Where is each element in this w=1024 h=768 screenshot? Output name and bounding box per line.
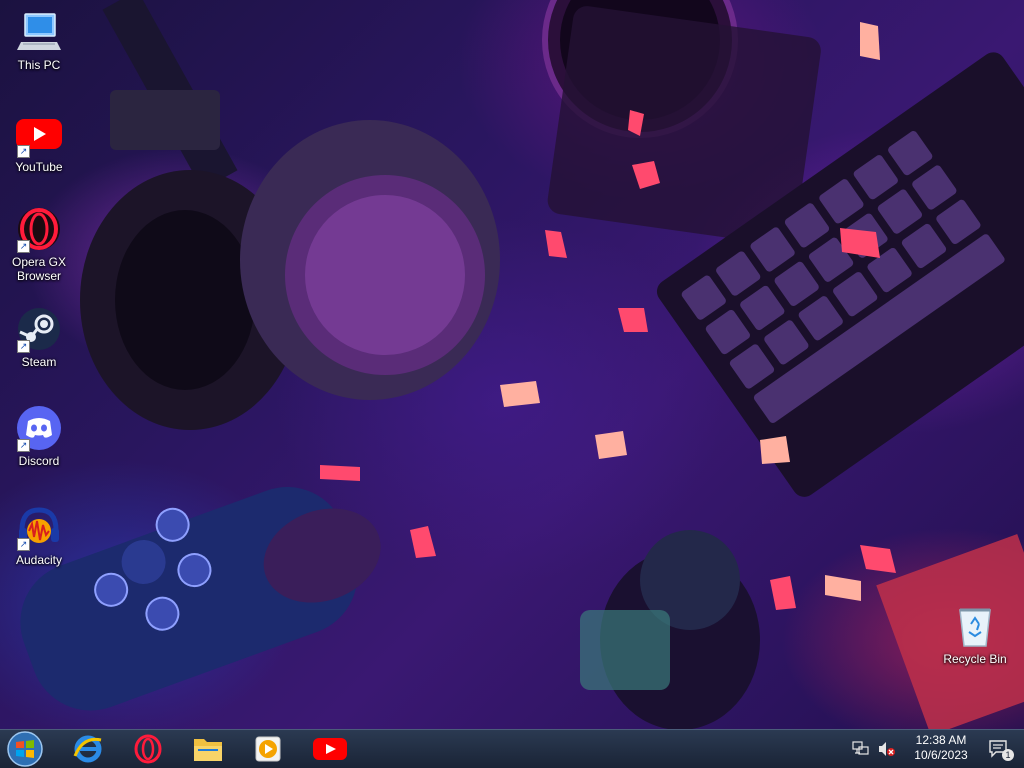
desktop-icon-label: YouTube — [15, 160, 63, 174]
action-center-icon[interactable]: 1 — [988, 739, 1014, 761]
shortcut-arrow-icon: ↗ — [17, 439, 30, 452]
steam-icon: ↗ — [15, 305, 63, 353]
taskbar-media-player[interactable] — [242, 732, 294, 766]
desktop-icon-recycle-bin[interactable]: Recycle Bin — [938, 602, 1012, 666]
recycle-bin-icon — [951, 602, 999, 650]
computer-icon — [15, 8, 63, 56]
opera-gx-icon — [134, 734, 162, 764]
shortcut-arrow-icon: ↗ — [17, 340, 30, 353]
clock-time: 12:38 AM — [915, 733, 967, 747]
clock-date: 10/6/2023 — [914, 748, 968, 762]
desktop-icon-this-pc[interactable]: This PC — [2, 8, 76, 72]
shortcut-arrow-icon: ↗ — [17, 240, 30, 253]
desktop-icon-label: Discord — [18, 454, 60, 468]
taskbar-youtube[interactable] — [304, 732, 356, 766]
taskbar-opera-gx[interactable] — [122, 732, 174, 766]
taskbar: 12:38 AM 10/6/2023 1 — [0, 729, 1024, 768]
youtube-icon: ↗ — [15, 110, 63, 158]
desktop-wallpaper: This PC ↗ YouTube ↗ Opera GX Browser ↗ S… — [0, 0, 1024, 729]
shortcut-arrow-icon: ↗ — [17, 538, 30, 551]
start-button[interactable] — [6, 731, 44, 767]
desktop-icon-audacity[interactable]: ↗ Audacity — [2, 503, 76, 567]
wallpaper-art — [20, 0, 1024, 729]
network-icon[interactable] — [852, 741, 870, 760]
desktop-icon-discord[interactable]: ↗ Discord — [2, 404, 76, 468]
internet-explorer-icon — [73, 735, 102, 763]
taskbar-file-explorer[interactable] — [182, 732, 234, 766]
notification-count-badge: 1 — [1002, 749, 1014, 761]
media-player-icon — [255, 736, 281, 762]
taskbar-clock[interactable]: 12:38 AM 10/6/2023 — [906, 733, 976, 763]
desktop-icon-label: Steam — [21, 355, 57, 369]
desktop-icon-opera-gx[interactable]: ↗ Opera GX Browser — [2, 205, 76, 283]
taskbar-internet-explorer[interactable] — [62, 732, 114, 766]
folder-icon — [194, 739, 222, 761]
desktop-icon-label: This PC — [17, 58, 61, 72]
desktop-icon-label: Recycle Bin — [943, 652, 1007, 666]
desktop-icon-label: Audacity — [15, 553, 63, 567]
shortcut-arrow-icon: ↗ — [17, 145, 30, 158]
desktop-icon-label: Opera GX Browser — [11, 255, 67, 283]
system-tray: 12:38 AM 10/6/2023 1 — [834, 730, 1024, 768]
youtube-icon — [313, 738, 347, 760]
volume-muted-icon[interactable] — [878, 741, 896, 760]
opera-gx-icon: ↗ — [15, 205, 63, 253]
desktop-icon-steam[interactable]: ↗ Steam — [2, 305, 76, 369]
audacity-icon: ↗ — [15, 503, 63, 551]
windows-orb-icon — [7, 731, 43, 767]
desktop-icon-youtube[interactable]: ↗ YouTube — [2, 110, 76, 174]
discord-icon: ↗ — [15, 404, 63, 452]
